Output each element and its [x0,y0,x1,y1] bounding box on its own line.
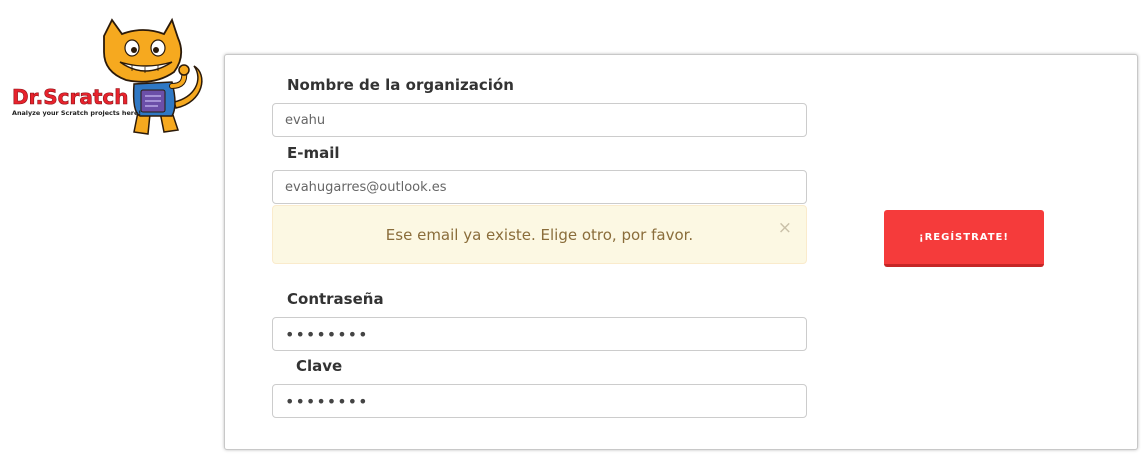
logo-brand-text: Dr.Scratch [12,85,128,109]
register-button[interactable]: ¡REGÍSTRATE! [884,210,1044,267]
email-label: E-mail [287,144,340,162]
password-input[interactable]: •••••••• [272,317,807,351]
registration-card: Nombre de la organización evahu E-mail e… [224,54,1138,450]
email-exists-alert: Ese email ya existe. Elige otro, por fav… [272,205,807,264]
email-input[interactable]: evahugarres@outlook.es [272,170,807,204]
close-icon[interactable]: × [778,220,792,237]
dr-scratch-logo: Dr.Scratch Analyze your Scratch projects… [8,16,218,142]
alert-message: Ese email ya existe. Elige otro, por fav… [385,225,694,244]
password-label: Contraseña [287,290,384,308]
logo-tagline-text: Analyze your Scratch projects here! [12,109,141,117]
confirm-password-input[interactable]: •••••••• [272,384,807,418]
confirm-password-label: Clave [296,357,343,375]
organization-name-label: Nombre de la organización [287,76,514,94]
organization-name-input[interactable]: evahu [272,103,807,137]
